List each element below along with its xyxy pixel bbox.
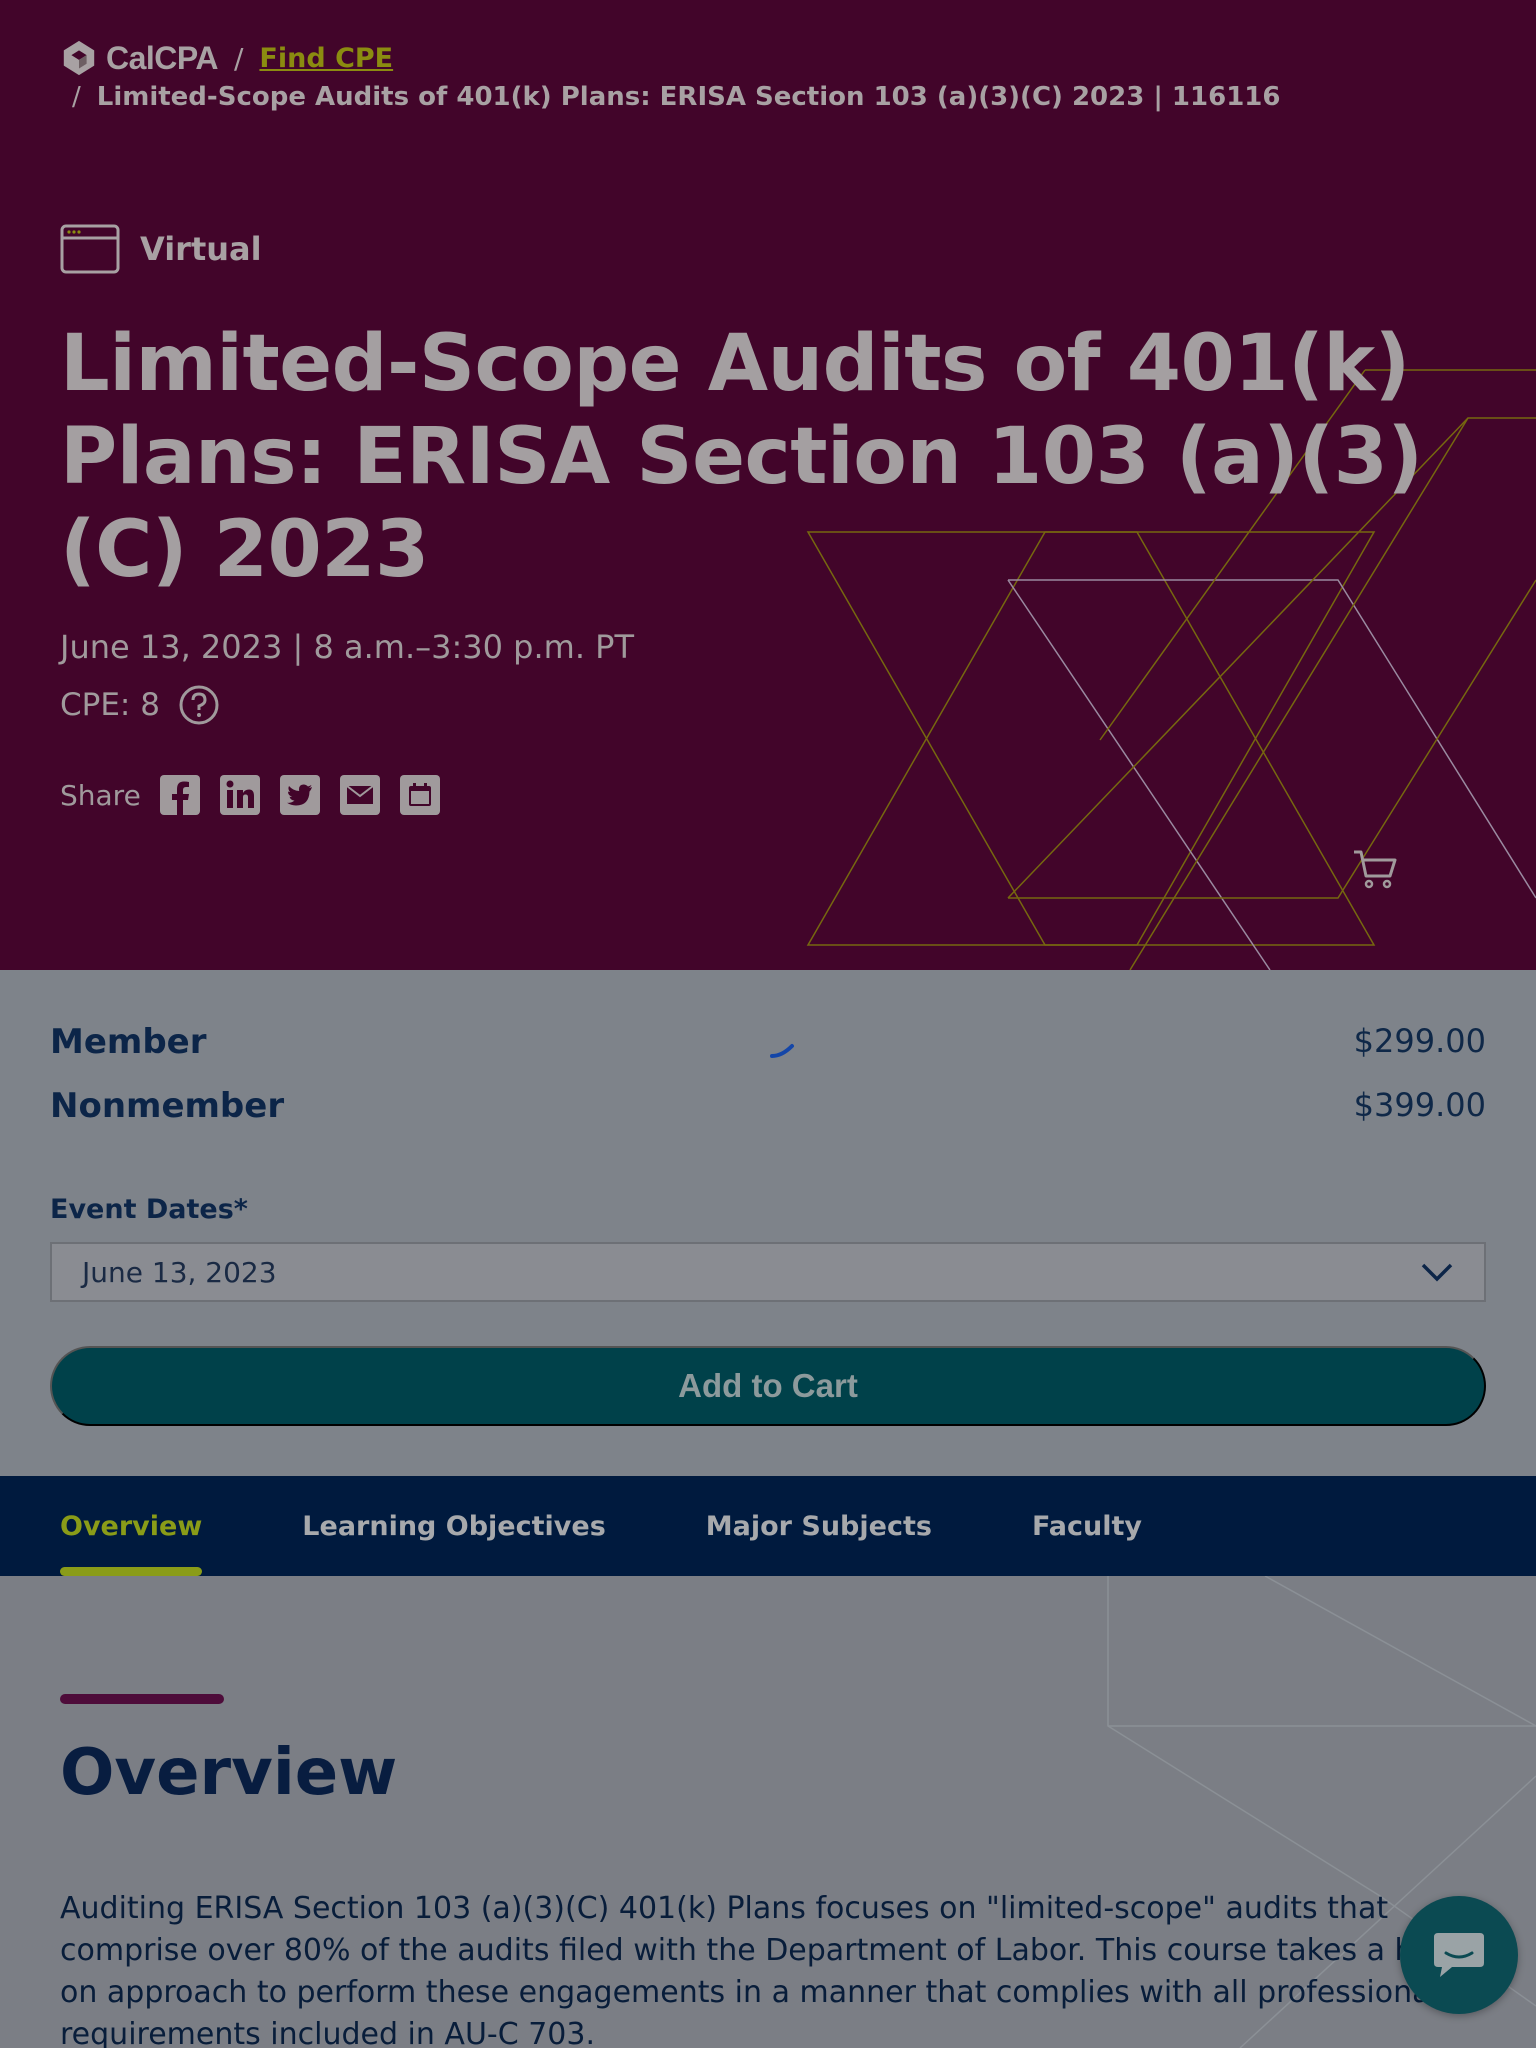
cpe-credits: CPE: 8 — [60, 687, 160, 723]
event-hero: CalCPA / Find CPE / Limited-Scope Audits… — [0, 0, 1536, 970]
share-label: Share — [60, 778, 141, 812]
cart-icon[interactable] — [1352, 848, 1398, 890]
tab-major-subjects[interactable]: Major Subjects — [706, 1476, 932, 1576]
event-dates-select[interactable]: June 13, 2023 — [50, 1242, 1486, 1302]
tab-overview-label: Overview — [60, 1510, 203, 1542]
event-dates-label: Event Dates* — [50, 1194, 248, 1225]
calendar-icon[interactable] — [399, 774, 441, 816]
chat-button[interactable] — [1400, 1896, 1518, 2014]
email-icon[interactable] — [339, 774, 381, 816]
tab-major-subjects-label: Major Subjects — [705, 1510, 932, 1542]
loading-spinner-icon — [770, 1044, 794, 1058]
overview-heading: Overview — [60, 1736, 398, 1810]
event-date-time: June 13, 2023 | 8 a.m.–3:30 p.m. PT — [60, 628, 635, 666]
facebook-icon[interactable] — [159, 774, 201, 816]
calcpa-logo-icon[interactable] — [60, 39, 98, 77]
tab-faculty[interactable]: Faculty — [1032, 1476, 1142, 1576]
overview-accent-bar — [60, 1694, 224, 1704]
nonmember-label: Nonmember — [50, 1086, 285, 1126]
event-cpe: CPE: 8 — [60, 684, 220, 726]
member-price: $299.00 — [1353, 1022, 1486, 1060]
nonmember-price: $399.00 — [1353, 1086, 1486, 1124]
event-title: Limited-Scope Audits of 401(k) Plans: ER… — [60, 319, 1423, 595]
nonmember-price-row: Nonmember $399.00 — [50, 1086, 1486, 1126]
add-to-cart-button[interactable]: Add to Cart — [50, 1346, 1486, 1426]
member-label: Member — [50, 1022, 207, 1062]
breadcrumb: CalCPA / Find CPE / Limited-Scope Audits… — [60, 40, 1280, 112]
event-format: Virtual — [60, 224, 262, 274]
breadcrumb-separator: / — [72, 82, 81, 112]
tab-faculty-label: Faculty — [1031, 1510, 1143, 1542]
twitter-icon[interactable] — [279, 774, 321, 816]
share-bar: Share — [60, 774, 459, 816]
virtual-browser-icon — [60, 224, 120, 274]
chat-bubble-icon — [1434, 1933, 1484, 1977]
content-tabs: Overview Learning Objectives Major Subje… — [0, 1476, 1536, 1576]
tab-learning-objectives-label: Learning Objectives — [302, 1510, 606, 1542]
format-label: Virtual — [140, 230, 262, 268]
logo-text[interactable]: CalCPA — [106, 40, 218, 77]
tab-learning-objectives[interactable]: Learning Objectives — [302, 1476, 605, 1576]
chevron-down-icon — [1421, 1263, 1453, 1282]
event-dates-selected: June 13, 2023 — [82, 1255, 277, 1289]
overview-body: Auditing ERISA Section 103 (a)(3)(C) 401… — [60, 1891, 1497, 2048]
help-icon[interactable] — [178, 684, 220, 726]
tab-active-indicator — [60, 1567, 203, 1576]
breadcrumb-find-cpe-link[interactable]: Find CPE — [259, 43, 393, 74]
linkedin-icon[interactable] — [219, 774, 261, 816]
breadcrumb-separator: / — [233, 41, 244, 75]
breadcrumb-current: Limited-Scope Audits of 401(k) Plans: ER… — [96, 82, 1281, 112]
tab-overview[interactable]: Overview — [60, 1476, 203, 1576]
overview-section: Overview Auditing ERISA Section 103 (a)(… — [0, 1576, 1536, 2048]
